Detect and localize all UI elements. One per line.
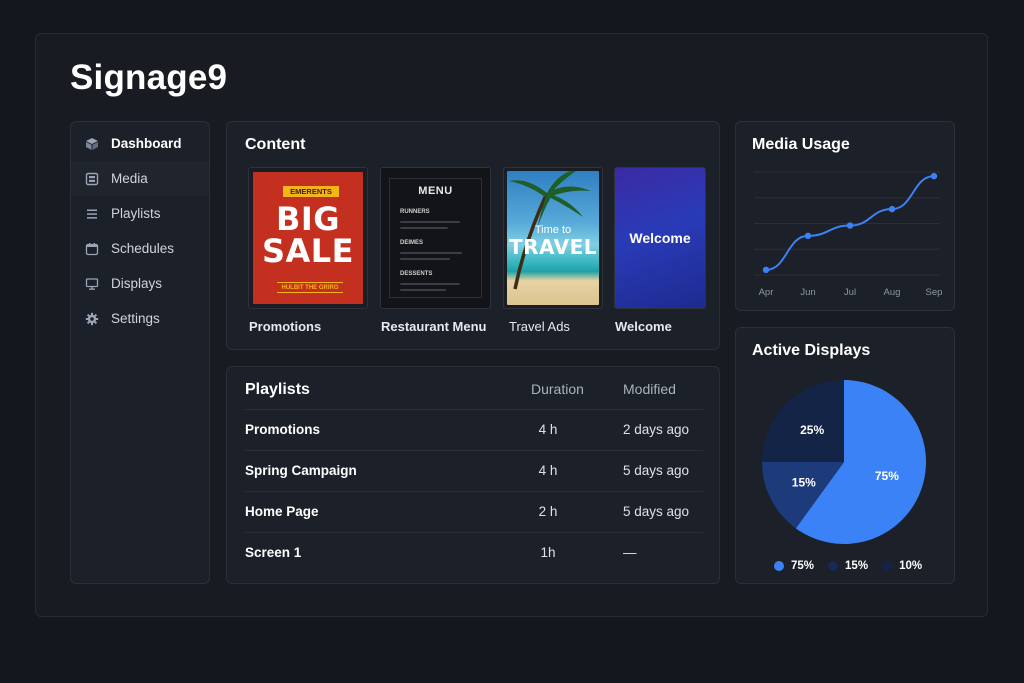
menu-section: DEIMES: [400, 240, 424, 246]
playlist-name: Home Page: [245, 504, 319, 519]
media-usage-line-chart: Apr Jun Jul Aug Sep: [754, 171, 943, 298]
playlist-modified: 5 days ago: [623, 504, 690, 519]
content-card-promotions[interactable]: EMERENTS BIG SALE HULBIT THE GRIRG Promo…: [248, 167, 368, 334]
media-icon: [85, 172, 99, 186]
sidebar-item-label: Playlists: [111, 206, 161, 221]
playlist-name: Spring Campaign: [245, 463, 357, 478]
card-label: Promotions: [249, 319, 322, 334]
legend-item: 75%: [774, 560, 814, 572]
active-displays-panel: Active Displays 75% 15% 25% 75% 15% 10%: [735, 327, 955, 584]
column-header-duration[interactable]: Duration: [531, 381, 584, 397]
content-panel: Content EMERENTS BIG SALE HULBIT THE GRI…: [226, 121, 720, 350]
promotions-thumbnail: EMERENTS BIG SALE HULBIT THE GRIRG: [248, 167, 368, 309]
menu-section: DESSENTS: [400, 271, 433, 277]
card-label: Travel Ads: [509, 319, 570, 334]
menu-section: RUNNERS: [400, 209, 430, 215]
table-row[interactable]: Spring Campaign 4 h 5 days ago: [245, 450, 703, 491]
app-title: Signage9: [70, 58, 228, 97]
table-row[interactable]: Promotions 4 h 2 days ago: [245, 409, 703, 450]
calendar-icon: [85, 242, 99, 256]
data-point: [888, 205, 896, 213]
content-title: Content: [245, 136, 306, 153]
pie-legend: 75% 15% 10%: [774, 560, 922, 572]
playlists-panel: Playlists Duration Modified Promotions 4…: [226, 366, 720, 584]
slice-label: 25%: [800, 423, 824, 437]
content-card-travel-ads[interactable]: Time to TRAVEL Travel Ads: [503, 167, 603, 334]
data-point: [930, 172, 938, 180]
sidebar-item-label: Dashboard: [111, 136, 182, 151]
playlist-modified: 5 days ago: [623, 463, 690, 478]
x-tick-label: Apr: [759, 287, 774, 298]
sidebar-item-media[interactable]: Media: [71, 161, 209, 196]
content-card-welcome[interactable]: Welcome Welcome: [614, 167, 706, 334]
sale-tag: EMERENTS: [283, 186, 339, 197]
sidebar-item-playlists[interactable]: Playlists: [71, 196, 209, 231]
welcome-text: Welcome: [629, 230, 691, 246]
x-tick-label: Aug: [884, 287, 901, 298]
legend-label: 75%: [791, 560, 815, 572]
sidebar-item-label: Settings: [111, 311, 160, 326]
gear-icon: [85, 312, 99, 326]
cube-icon: [85, 137, 99, 151]
sidebar-item-label: Media: [111, 171, 148, 186]
playlists-title: Playlists: [245, 381, 310, 398]
slice-label: 15%: [792, 475, 816, 489]
sidebar-item-settings[interactable]: Settings: [71, 301, 209, 336]
playlist-duration: 4 h: [538, 463, 558, 478]
media-usage-panel: Media Usage Apr Jun Jul Aug Sep: [735, 121, 955, 311]
sidebar-item-displays[interactable]: Displays: [71, 266, 209, 301]
menu-thumbnail: MENU RUNNERS DEIMES DESSENTS: [380, 167, 491, 309]
legend-swatch: [774, 561, 784, 571]
travel-thumbnail: Time to TRAVEL: [503, 167, 603, 309]
x-tick-label: Jul: [844, 287, 856, 298]
table-row[interactable]: Screen 1 1h —: [245, 532, 703, 573]
pie-slice: [762, 380, 844, 462]
travel-headline: TRAVEL: [508, 235, 598, 259]
legend-item: 15%: [828, 560, 868, 572]
welcome-thumbnail: Welcome: [614, 167, 706, 309]
slice-label: 75%: [875, 469, 899, 483]
sidebar-item-dashboard[interactable]: Dashboard: [71, 126, 209, 161]
playlist-duration: 4 h: [538, 422, 558, 437]
legend-label: 10%: [899, 560, 923, 572]
legend-swatch: [828, 561, 839, 571]
playlist-modified: 2 days ago: [623, 422, 690, 437]
playlist-modified: —: [623, 545, 637, 560]
playlist-name: Promotions: [245, 422, 321, 437]
data-point: [762, 266, 770, 274]
sidebar: Dashboard Media Playlists Schedules Disp…: [70, 121, 210, 584]
card-label: Welcome: [615, 319, 672, 334]
legend-swatch: [882, 561, 893, 571]
active-displays-pie-chart: 75% 15% 25%: [762, 380, 926, 544]
content-card-restaurant-menu[interactable]: MENU RUNNERS DEIMES DESSENTS Restaurant …: [380, 167, 491, 334]
sale-line-1: BIG: [275, 200, 341, 238]
menu-title: MENU: [418, 185, 453, 197]
x-tick-label: Jun: [800, 287, 815, 298]
app-window: Signage9 Dashboard Media Playlists Sched…: [35, 33, 988, 617]
legend-label: 15%: [845, 560, 869, 572]
sale-line-2: SALE: [261, 232, 355, 270]
x-tick-label: Sep: [926, 287, 943, 298]
sale-strip: HULBIT THE GRIRG: [277, 282, 343, 293]
playlist-duration: 2 h: [538, 504, 558, 519]
sidebar-item-label: Displays: [111, 276, 163, 291]
playlist-duration: 1h: [540, 545, 556, 560]
data-point: [804, 232, 812, 240]
list-icon: [85, 207, 99, 221]
data-point: [846, 222, 854, 229]
legend-item: 10%: [882, 560, 922, 572]
table-row[interactable]: Home Page 2 h 5 days ago: [245, 491, 703, 532]
card-label: Restaurant Menu: [381, 319, 487, 334]
playlist-name: Screen 1: [245, 545, 302, 560]
column-header-modified[interactable]: Modified: [623, 381, 676, 397]
sidebar-item-label: Schedules: [111, 241, 175, 256]
sidebar-item-schedules[interactable]: Schedules: [71, 231, 209, 266]
monitor-icon: [85, 277, 99, 291]
